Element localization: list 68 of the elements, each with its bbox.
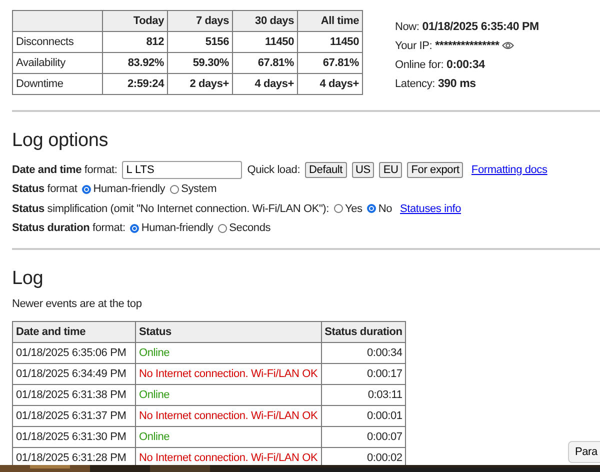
section-title: Log options xyxy=(12,130,110,152)
table-cell: 0:00:17 xyxy=(321,364,406,384)
radio-option[interactable]: Yes xyxy=(334,202,362,215)
table-cell: 11450 xyxy=(298,32,362,52)
preset-button[interactable]: Default xyxy=(305,162,346,178)
table-cell: 0:03:11 xyxy=(321,384,406,406)
radio-option[interactable]: System xyxy=(170,183,217,196)
table-cell: 812 xyxy=(102,32,168,52)
table-cell: 4 days+ xyxy=(232,74,298,94)
info-label: Now: xyxy=(395,20,420,32)
column-header: All time xyxy=(298,10,362,32)
quick-load-label: Quick load: xyxy=(247,164,300,176)
option-label: Status duration format: xyxy=(12,222,126,234)
preset-button[interactable]: For export xyxy=(407,162,464,178)
status-cell: No Internet connection. Wi-Fi/LAN OK xyxy=(136,364,322,384)
info-value: 01/18/2025 6:35:40 PM xyxy=(422,20,539,32)
preset-button[interactable]: EU xyxy=(379,162,402,178)
info-value: 0:00:34 xyxy=(446,58,485,70)
column-header: Status duration xyxy=(321,322,406,342)
radio-option[interactable]: Human-friendly xyxy=(130,222,214,234)
column-header: Status xyxy=(136,322,322,342)
table-cell: 2:59:24 xyxy=(102,74,168,94)
info-label: Your IP: xyxy=(395,40,432,52)
table-cell: 2 days+ xyxy=(168,74,232,94)
row-label: Downtime xyxy=(12,74,102,94)
column-header: 7 days xyxy=(168,10,232,32)
table-cell: 67.81% xyxy=(232,52,298,74)
option-label: Status simplification (omit "No Internet connection. Wi-Fi/LAN OK"): xyxy=(12,202,329,215)
option-label: Status format xyxy=(12,183,78,196)
radio-option[interactable]: Human-friendly xyxy=(82,183,166,196)
preset-button[interactable]: US xyxy=(352,162,374,178)
table-cell: 0:00:34 xyxy=(321,342,406,364)
table-cell: 67.81% xyxy=(298,52,362,74)
status-cell: Online xyxy=(136,384,322,406)
radio-option[interactable]: Seconds xyxy=(218,222,271,234)
table-cell: 0:00:01 xyxy=(321,406,406,426)
table-cell: 83.92% xyxy=(102,52,168,74)
info-label: Latency: xyxy=(395,78,435,90)
table-cell: 01/18/2025 6:31:37 PM xyxy=(12,406,136,426)
info-label: Online for: xyxy=(395,58,444,70)
table-cell: 01/18/2025 6:34:49 PM xyxy=(12,364,136,384)
table-cell: 59.30% xyxy=(168,52,232,74)
table-cell: 01/18/2025 6:31:38 PM xyxy=(12,384,136,406)
column-header: 30 days xyxy=(232,10,298,32)
table-cell: 01/18/2025 6:31:30 PM xyxy=(12,426,136,448)
table-cell: 0:00:07 xyxy=(321,426,406,448)
status-cell: Online xyxy=(136,426,322,448)
status-cell: Online xyxy=(136,342,322,364)
row-label: Disconnects xyxy=(12,32,102,52)
option-label: Date and time format: xyxy=(12,164,118,176)
column-header: Date and time xyxy=(12,322,136,342)
section-title: Log xyxy=(12,268,44,290)
info-value: *************** xyxy=(435,40,500,52)
table-cell: 5156 xyxy=(168,32,232,52)
format-field[interactable]: L LTS xyxy=(122,160,242,179)
table-cell: 11450 xyxy=(232,32,298,52)
status-cell: No Internet connection. Wi-Fi/LAN OK xyxy=(136,406,322,426)
row-label: Availability xyxy=(12,52,102,74)
overlay-button[interactable]: Para xyxy=(568,441,600,463)
info-link[interactable]: Statuses info xyxy=(400,202,462,215)
radio-option[interactable]: No xyxy=(367,202,392,215)
table-cell: 4 days+ xyxy=(298,74,362,94)
info-value: 390 ms xyxy=(438,78,476,90)
log-note: Newer events are at the top xyxy=(12,298,143,310)
table-cell: 01/18/2025 6:35:06 PM xyxy=(12,342,136,364)
docs-link[interactable]: Formatting docs xyxy=(471,164,548,176)
column-header: Today xyxy=(102,10,168,32)
eye-icon[interactable] xyxy=(502,41,514,50)
